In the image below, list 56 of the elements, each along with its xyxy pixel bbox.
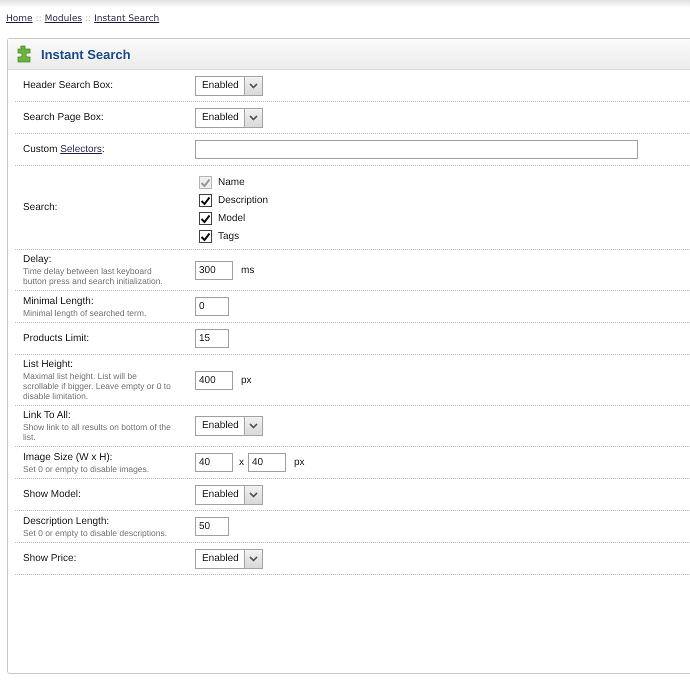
checkbox[interactable] xyxy=(199,212,212,225)
dropdown[interactable]: Enabled xyxy=(195,416,263,436)
breadcrumb-link[interactable]: Instant Search xyxy=(94,14,160,32)
field-label: Show Price: xyxy=(23,553,78,564)
unit-label: ms xyxy=(241,264,254,276)
field-label: Custom Selectors: xyxy=(23,144,106,155)
field-label: Products Limit: xyxy=(23,333,90,344)
breadcrumb-separator: :: xyxy=(36,14,42,26)
number-field[interactable]: 300 xyxy=(195,260,233,280)
number-field[interactable]: 15 xyxy=(195,329,229,348)
field-hint: Minimal length of searched term. xyxy=(23,308,148,318)
checkbox-label: Name xyxy=(218,177,245,188)
puzzle-icon xyxy=(15,45,33,63)
text-field[interactable] xyxy=(195,140,638,159)
field-label: Header Search Box: xyxy=(23,80,114,91)
dropdown[interactable]: Enabled xyxy=(195,484,263,504)
field-label: Link To All: xyxy=(23,410,72,421)
field-label: Search: xyxy=(23,202,58,213)
chevron-down-icon xyxy=(249,492,258,498)
field-hint: Maximal list height. List will be scrollable if bigger. Leave empty or 0 to disable limitation. xyxy=(23,371,171,401)
checkbox[interactable] xyxy=(199,230,212,243)
field-label: Minimal Length: xyxy=(23,296,95,306)
dropdown[interactable]: Enabled xyxy=(195,76,263,96)
chevron-down-icon xyxy=(249,556,258,562)
height-field[interactable]: 40 xyxy=(248,453,286,472)
chevron-down-icon xyxy=(249,114,258,120)
width-field[interactable]: 40 xyxy=(195,453,233,472)
dropdown[interactable]: Enabled xyxy=(195,108,263,128)
chevron-down-icon xyxy=(249,423,258,429)
field-label: Show Model: xyxy=(23,489,82,500)
number-field[interactable]: 50 xyxy=(195,517,229,536)
dropdown[interactable]: Enabled xyxy=(195,548,263,568)
checkbox-label: Description xyxy=(218,195,268,206)
unit-label: px xyxy=(294,457,305,468)
times-label: x xyxy=(239,457,244,468)
field-label: Image Size (W x H): xyxy=(23,452,114,462)
number-field[interactable]: 0 xyxy=(195,297,229,316)
field-hint: Show link to all results on bottom of the list. xyxy=(23,422,171,442)
selectors-link[interactable]: Selectors xyxy=(60,144,102,155)
checkbox-label: Tags xyxy=(218,231,240,242)
breadcrumb-link[interactable]: Modules xyxy=(44,14,82,32)
checkbox[interactable] xyxy=(199,194,212,207)
field-label: Description Length: xyxy=(23,516,110,526)
field-label: Delay: xyxy=(23,254,52,265)
field-label: List Height: xyxy=(23,359,74,370)
breadcrumb-link[interactable]: Home xyxy=(6,14,33,32)
field-hint: Set 0 or empty to disable descriptions. xyxy=(23,528,168,538)
panel-title: Instant Search xyxy=(41,46,131,62)
field-hint: Set 0 or empty to disable images. xyxy=(23,464,150,474)
checkbox-label: Model xyxy=(218,213,246,224)
field-hint: Time delay between last keyboard button press and search initialization. xyxy=(23,266,164,286)
chevron-down-icon xyxy=(249,82,258,88)
breadcrumb-separator: :: xyxy=(85,14,92,26)
field-label: Search Page Box: xyxy=(23,112,105,123)
unit-label: px xyxy=(241,374,252,386)
number-field[interactable]: 400 xyxy=(195,370,233,390)
